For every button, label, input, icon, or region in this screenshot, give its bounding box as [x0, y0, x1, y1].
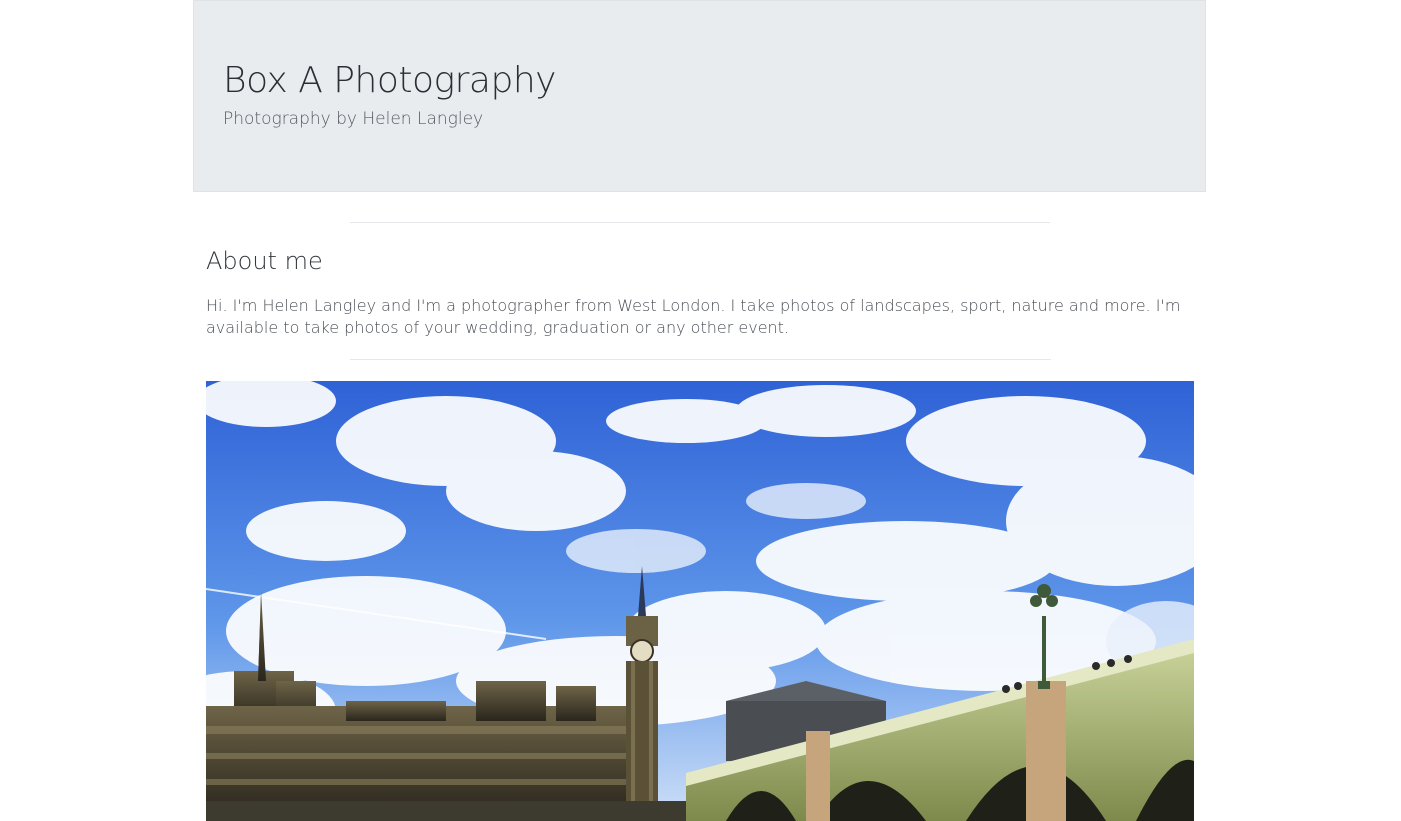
divider-top [350, 222, 1050, 223]
london-photo-illustration [206, 381, 1194, 821]
divider-bottom [350, 359, 1051, 360]
london-photo [206, 381, 1194, 821]
about-text: Hi. I'm Helen Langley and I'm a photogra… [206, 296, 1181, 337]
site-header: Box A Photography Photography by Helen L… [193, 0, 1206, 192]
site-subtitle: Photography by Helen Langley [223, 109, 484, 129]
site-title: Box A Photography [223, 60, 556, 101]
about-heading: About me [206, 247, 323, 275]
